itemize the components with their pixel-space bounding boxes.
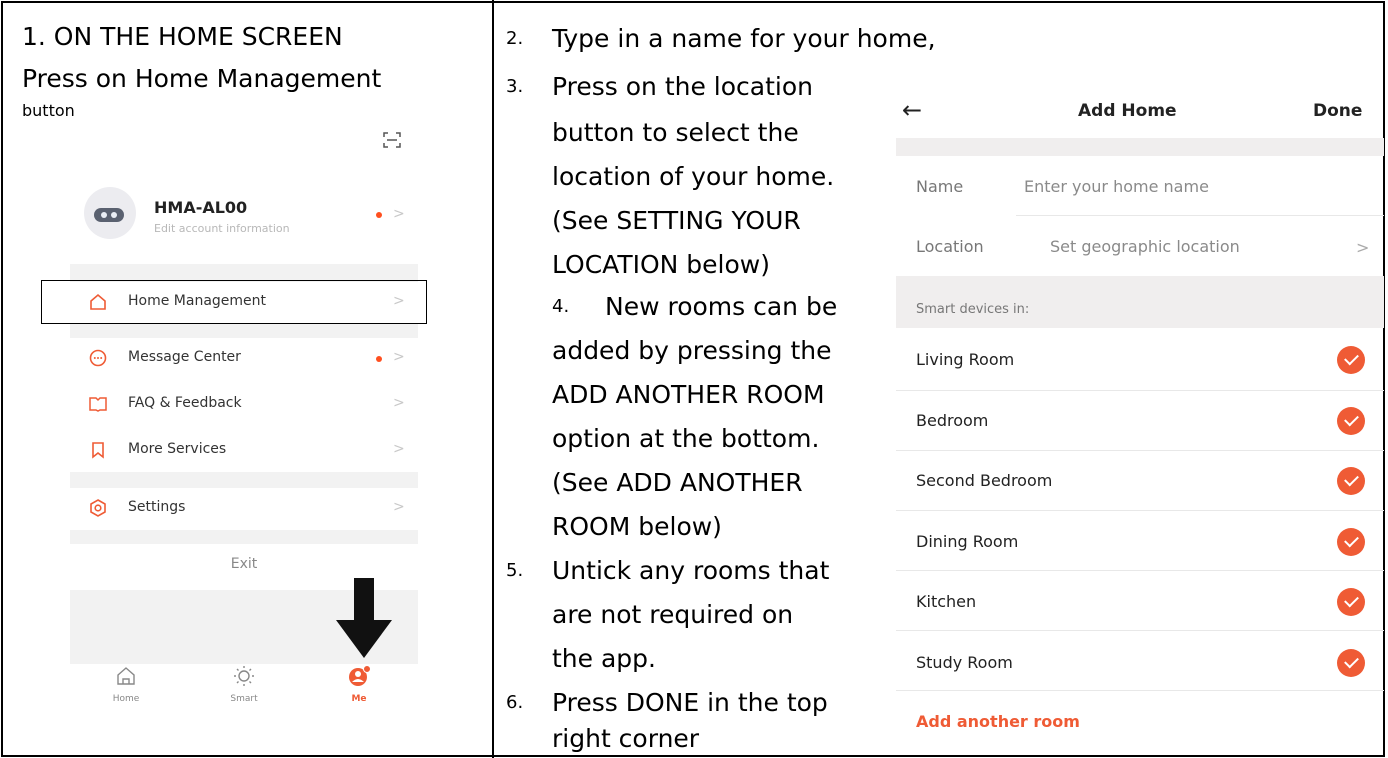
done-button[interactable]: Done [1313,101,1362,121]
step-text: ROOM below) [552,512,722,541]
page-title: Add Home [1078,101,1177,121]
highlight-box [41,280,427,324]
profile-name: HMA-AL00 [154,198,248,217]
step-text: location of your home. [552,162,835,191]
menu-label: More Services [128,441,227,457]
step-text: ADD ANOTHER ROOM [552,380,825,409]
room-label[interactable]: Study Room [916,653,1013,672]
section-header: Smart devices in: [916,302,1030,317]
checkbox-checked-icon[interactable] [1337,407,1365,435]
home-name-input[interactable]: Enter your home name [1024,177,1209,196]
message-icon [89,349,107,367]
sun-icon[interactable] [214,665,274,687]
step1-instruction: Press on Home Management [22,64,382,93]
scan-icon[interactable] [383,132,401,148]
name-label: Name [916,177,964,196]
step-text: option at the bottom. [552,424,820,453]
step-text: LOCATION below) [552,250,770,279]
step-text: the app. [552,644,656,673]
row-separator [896,510,1384,511]
menu-item-settings[interactable]: Settings > [70,488,418,530]
notification-dot [376,356,382,362]
add-another-room-button[interactable]: Add another room [916,712,1080,731]
step-text: (See SETTING YOUR [552,206,801,235]
checkbox-checked-icon[interactable] [1337,467,1365,495]
avatar-robot-icon [94,208,124,222]
step-text: Type in a name for your home, [552,24,936,53]
location-selector[interactable]: Set geographic location [1050,237,1240,256]
chevron-right-icon[interactable]: > [1356,238,1369,257]
room-label[interactable]: Bedroom [916,411,988,430]
checkbox-checked-icon[interactable] [1337,528,1365,556]
back-arrow-icon[interactable]: ← [902,96,922,124]
row-separator [896,690,1384,691]
menu-item-message-center[interactable]: Message Center > [70,338,418,380]
row-separator [896,390,1384,391]
menu-label: Settings [128,499,186,515]
step-number: 2. [506,28,524,49]
section-divider [70,472,418,488]
checkbox-checked-icon[interactable] [1337,588,1365,616]
location-label: Location [916,237,984,256]
step-number: 6. [506,692,524,713]
room-label[interactable]: Kitchen [916,592,976,611]
menu-item-faq-feedback[interactable]: FAQ & Feedback > [70,384,418,426]
me-icon[interactable] [329,665,389,687]
chevron-right-icon: > [393,206,405,222]
room-label[interactable]: Living Room [916,350,1014,369]
chevron-right-icon: > [393,499,405,515]
header-divider [896,138,1384,156]
step-text: New rooms can be [605,292,838,321]
chevron-right-icon: > [393,349,405,365]
step-number: 3. [506,76,524,97]
checkbox-checked-icon[interactable] [1337,649,1365,677]
section-divider [70,324,418,338]
exit-button[interactable]: Exit [70,556,418,572]
field-separator [1016,215,1384,216]
section-divider [70,530,418,544]
step-text: are not required on [552,600,794,629]
step-number: 5. [506,560,524,581]
room-label[interactable]: Dining Room [916,532,1018,551]
chevron-right-icon: > [393,441,405,457]
menu-label: Message Center [128,349,241,365]
step-text: Untick any rooms that [552,556,830,585]
chevron-right-icon: > [393,395,405,411]
step-text: (See ADD ANOTHER [552,468,803,497]
avatar-eye [101,212,107,218]
menu-label: FAQ & Feedback [128,395,242,411]
step-text: added by pressing the [552,336,832,365]
row-separator [896,630,1384,631]
checkbox-checked-icon[interactable] [1337,346,1365,374]
step-text: right corner [552,724,700,753]
tab-smart-label[interactable]: Smart [214,694,274,704]
step-text: button to select the [552,118,799,147]
column-divider [492,0,494,758]
step-text: Press on the location [552,72,813,101]
notification-dot [376,212,382,218]
avatar-eye [111,212,117,218]
down-arrow-icon [336,578,392,658]
step1-heading: 1. ON THE HOME SCREEN [22,22,343,51]
tab-me-label[interactable]: Me [329,694,389,704]
step-number: 4. [552,296,570,317]
menu-item-more-services[interactable]: More Services > [70,430,418,472]
row-separator [896,570,1384,571]
step-text: Press DONE in the top [552,688,828,717]
row-separator [896,450,1384,451]
bookmark-icon [92,442,104,459]
settings-icon [90,499,106,517]
home-tab-icon[interactable] [96,665,156,687]
book-icon [89,397,107,412]
profile-subtitle: Edit account information [154,222,290,235]
step1-instruction-cont: button [22,101,75,120]
tab-home-label[interactable]: Home [96,694,156,704]
room-label[interactable]: Second Bedroom [916,471,1052,490]
